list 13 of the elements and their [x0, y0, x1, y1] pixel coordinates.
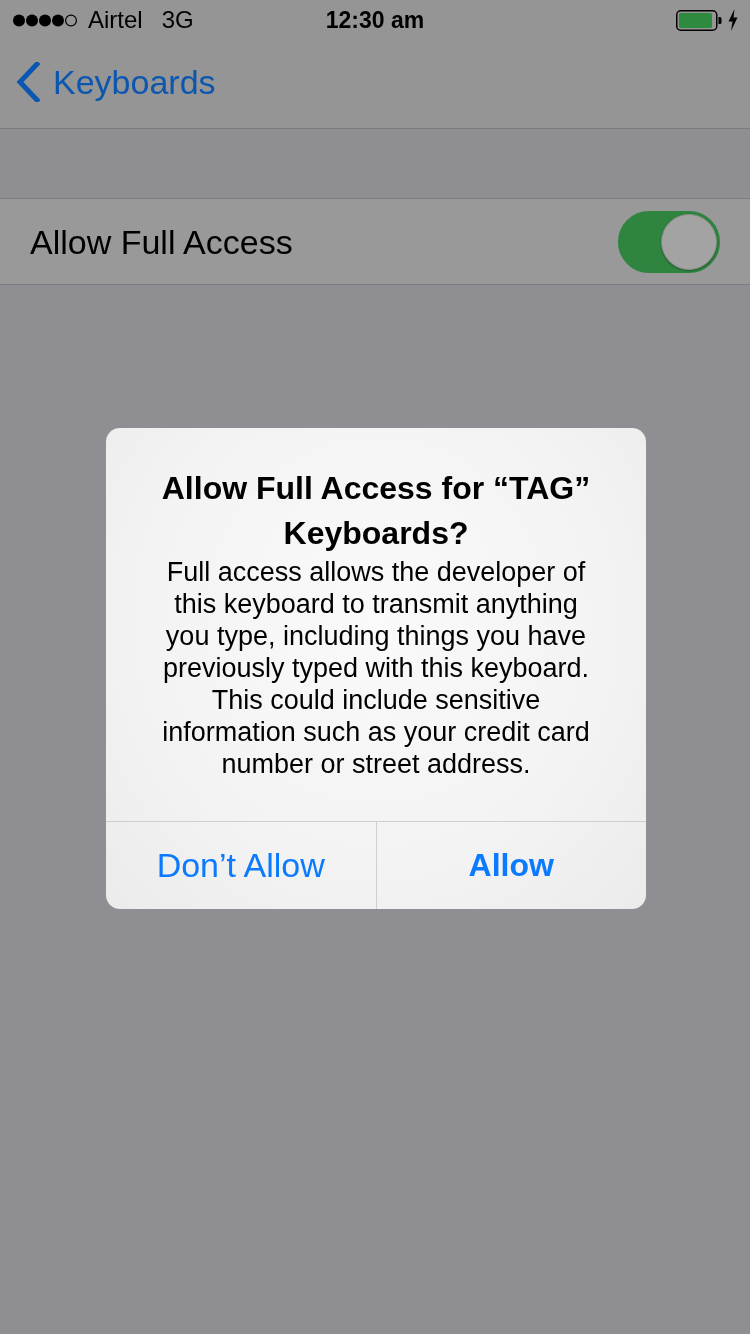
alert-message: Full access allows the developer of this keyboard to transmit anything you type, including things you have previously typed with this keyboard. This could include sensitive information such as your credit card number or street address.: [161, 556, 591, 780]
allow-button[interactable]: Allow: [375, 822, 646, 909]
lightning-bolt-icon: [728, 9, 738, 31]
signal-strength-icon: [12, 13, 78, 27]
battery-icon: [676, 9, 722, 31]
cancel-button[interactable]: Don’t Allow: [106, 822, 376, 909]
status-time: 12:30 am: [325, 6, 425, 34]
carrier-name: Airtel: [88, 6, 143, 34]
alert-title: Allow Full Access for “TAG” Keyboards?: [160, 469, 592, 553]
back-button[interactable]: Keyboards: [16, 62, 216, 102]
network-type: 3G: [161, 6, 194, 34]
setting-label: Allow Full Access: [30, 221, 293, 262]
chevron-left-icon: [16, 62, 40, 102]
